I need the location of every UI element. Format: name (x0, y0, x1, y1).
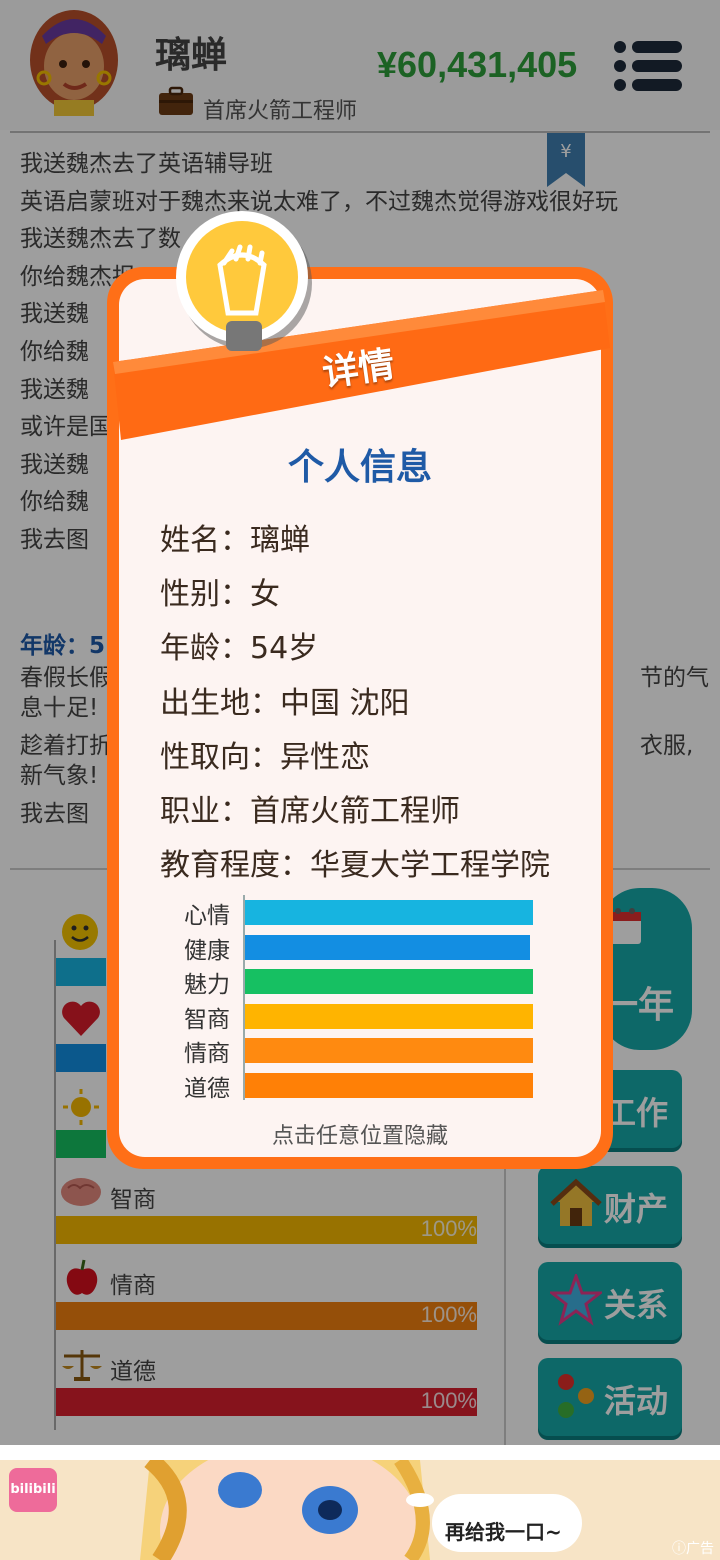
ad-artwork (0, 1460, 720, 1560)
bilibili-logo: bilibili (9, 1468, 57, 1512)
modal-bars-axis (243, 895, 245, 1100)
ad-tag-text: 广告 (686, 1541, 714, 1557)
ad-separator (0, 1445, 720, 1460)
personal-info-title: 个人信息 (287, 447, 432, 488)
ad-label: ⓘ广告 (672, 1538, 714, 1558)
modal-stat-label: 智商 (184, 1006, 230, 1033)
modal-stat-label: 道德 (184, 1076, 230, 1102)
info-name: 姓名：璃蝉 (160, 523, 310, 558)
info-gender: 性别：女 (160, 577, 280, 612)
info-age: 年龄：54岁 (160, 631, 319, 666)
ad-bubble-text: 再给我一口~ (445, 1520, 562, 1544)
modal-stat-label: 心情 (184, 903, 230, 929)
info-orientation: 性取向：异性恋 (160, 740, 370, 775)
lightbulb-icon (176, 211, 312, 351)
modal-stat-bar (245, 900, 533, 925)
info-birthplace: 出生地：中国 沈阳 (160, 686, 410, 721)
ad-info-icon: ⓘ (672, 1541, 686, 1557)
info-occupation: 职业：首席火箭工程师 (160, 794, 460, 829)
modal-stat-bar (245, 1073, 533, 1098)
modal-stat-bar (245, 969, 533, 995)
modal-stat-bar (245, 934, 530, 960)
modal-stat-label: 情商 (184, 1041, 230, 1068)
modal-stat-label: 魅力 (184, 972, 230, 999)
modal-ribbon-title: 详情 (319, 344, 398, 395)
ad-banner[interactable]: bilibili 再给我一口~ (0, 1460, 720, 1560)
modal-stat-bar (245, 1038, 533, 1064)
hide-hint: 点击任意位置隐藏 (271, 1124, 448, 1149)
modal-stat-label: 健康 (184, 937, 230, 964)
modal-stat-bar (245, 1003, 533, 1029)
info-education: 教育程度：华夏大学工程学院 (160, 848, 550, 883)
